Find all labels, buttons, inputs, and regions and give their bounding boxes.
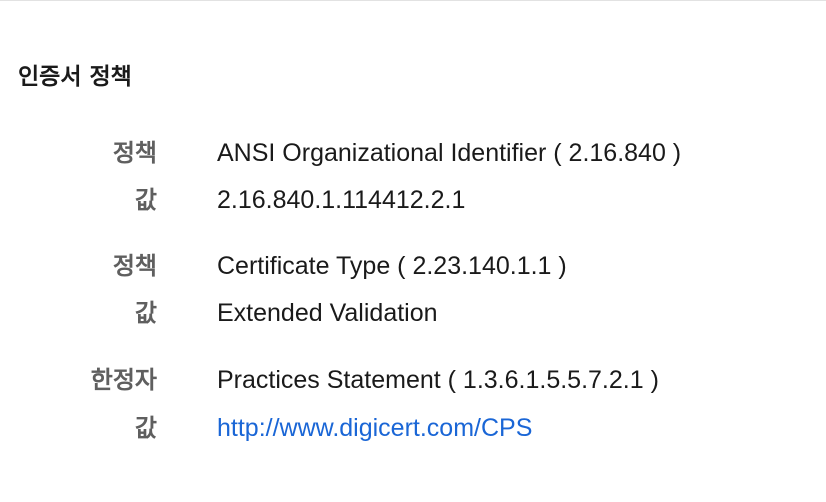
policy-value: ANSI Organizational Identifier ( 2.16.84… — [217, 139, 682, 167]
cps-link[interactable]: http://www.digicert.com/CPS — [217, 410, 532, 446]
qualifier-value-row: 값 http://www.digicert.com/CPS — [0, 410, 826, 446]
top-divider — [0, 0, 826, 1]
qualifier-row: 한정자 Practices Statement ( 1.3.6.1.5.5.7.… — [0, 362, 826, 398]
qualifier-value: Practices Statement ( 1.3.6.1.5.5.7.2.1 … — [217, 366, 659, 394]
policy-value-row: 값 2.16.840.1.114412.2.1 — [0, 182, 826, 218]
policy-value: Certificate Type ( 2.23.140.1.1 ) — [217, 252, 567, 280]
policy-label: 정책 — [112, 139, 157, 167]
oid-value: 2.16.840.1.114412.2.1 — [217, 186, 466, 214]
validation-type-value: Extended Validation — [217, 299, 438, 327]
certificate-policies-heading: 인증서 정책 — [18, 64, 132, 90]
value-label: 값 — [134, 414, 157, 442]
value-label: 값 — [134, 186, 157, 214]
policy-row: 정책 Certificate Type ( 2.23.140.1.1 ) — [0, 248, 826, 284]
policy-label: 정책 — [112, 252, 157, 280]
value-label: 값 — [134, 299, 157, 327]
policy-row: 정책 ANSI Organizational Identifier ( 2.16… — [0, 135, 826, 171]
policy-value-row: 값 Extended Validation — [0, 295, 826, 331]
qualifier-label: 한정자 — [90, 366, 157, 394]
